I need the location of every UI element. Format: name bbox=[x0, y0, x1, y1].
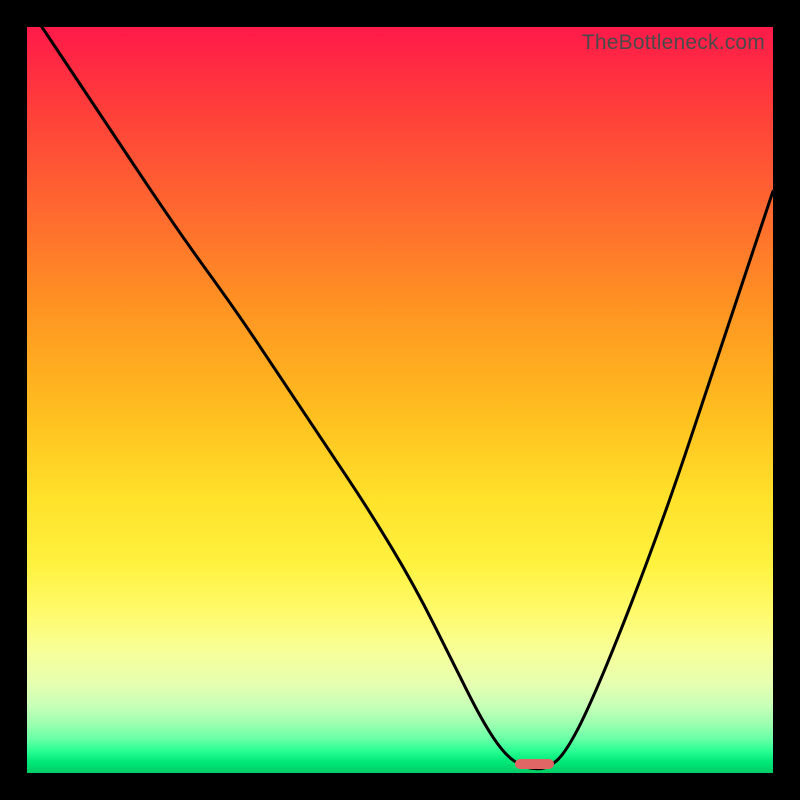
plot-area: TheBottleneck.com bbox=[27, 27, 773, 773]
optimum-marker bbox=[515, 759, 554, 769]
bottleneck-curve bbox=[27, 27, 773, 773]
